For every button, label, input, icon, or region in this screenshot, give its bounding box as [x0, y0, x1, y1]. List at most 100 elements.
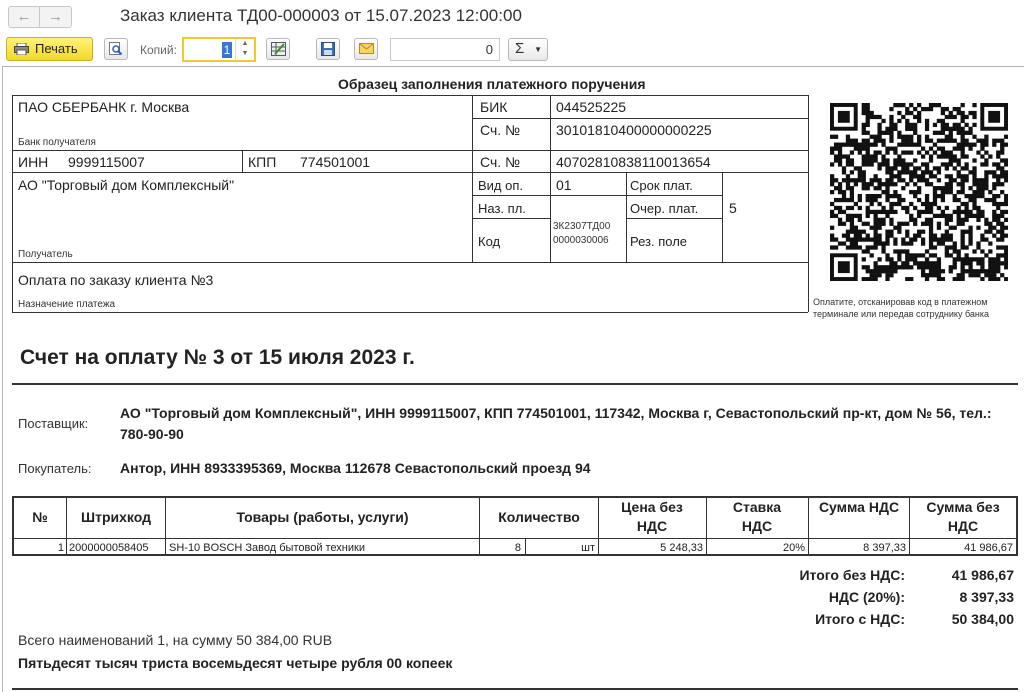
bank-name: ПАО СБЕРБАНК г. Москва: [18, 99, 190, 115]
inn-value: 9999115007: [68, 154, 145, 170]
grid-line: [472, 95, 473, 262]
chevron-down-icon: ▼: [534, 45, 542, 54]
envelope-icon: [359, 43, 374, 54]
purpose-label: Назначение платежа: [18, 299, 116, 310]
grid-line: [472, 118, 808, 119]
cell-vat-sum: 8 397,33: [863, 542, 906, 554]
print-button[interactable]: Печать: [6, 37, 93, 61]
divider: [12, 383, 1018, 385]
purpose-text: Оплата по заказу клиента №3: [18, 272, 214, 288]
copies-label: Копий:: [140, 43, 177, 57]
code-label: Код: [478, 234, 501, 249]
inn-label: ИНН: [18, 154, 49, 170]
grid-line: [12, 95, 808, 96]
arrow-left-icon: ←: [16, 8, 32, 25]
col-header-num: №: [32, 509, 48, 525]
cell-unit: шт: [581, 542, 595, 554]
supplier-text: АО "Торговый дом Комплексный", ИНН 99991…: [120, 405, 992, 442]
sum-field: 0: [390, 38, 500, 61]
printer-icon: [14, 43, 29, 55]
col-header-items: Товары (работы, услуги): [236, 509, 409, 525]
window-titlebar: ← → Заказ клиента ТД00-000003 от 15.07.2…: [0, 0, 1024, 34]
pay-order-label: Очер. плат.: [630, 201, 699, 216]
reserve-label: Рез. поле: [630, 234, 688, 249]
table-border: [12, 538, 1018, 539]
total-with-vat-label: Итого с НДС:: [815, 611, 905, 627]
invoice-title: Счет на оплату № 3 от 15 июля 2023 г.: [20, 346, 415, 369]
total-with-vat-value: 50 384,00: [951, 611, 1014, 627]
cell-rate: 20%: [782, 542, 805, 554]
pay-order-value: 5: [729, 200, 737, 216]
op-type-label: Вид оп.: [478, 178, 524, 193]
toolbar: Печать Копий: 1 ▲ ▼ 0 Σ ▼: [0, 34, 1024, 66]
total-no-vat-value: 41 986,67: [951, 567, 1014, 583]
grid-line: [626, 172, 627, 262]
col-header-qty: Количество: [498, 509, 580, 525]
grid-line: [12, 95, 13, 312]
forward-button[interactable]: →: [40, 6, 72, 28]
vat-value: 8 397,33: [959, 589, 1015, 605]
col-header-barcode: Штрихкод: [81, 509, 151, 525]
code-value-line1: 3К2307ТД00: [553, 221, 611, 232]
divider: [12, 688, 1018, 690]
account-label: Сч. №: [480, 154, 521, 170]
amount-in-words: Пятьдесят тысяч триста восемьдесят четыр…: [18, 655, 453, 671]
recipient-name: АО "Торговый дом Комплексный": [18, 177, 235, 193]
cell-price: 5 248,33: [660, 542, 703, 554]
buyer-label: Покупатель:: [18, 461, 92, 476]
cell-barcode: 2000000058405: [69, 542, 149, 554]
total-no-vat-label: Итого без НДС:: [799, 567, 905, 583]
col-header-vat-sum: Сумма НДС: [818, 499, 900, 515]
preview-button[interactable]: [104, 38, 128, 60]
grid-line: [12, 262, 808, 263]
cell-item: SH-10 BOSCH Завод бытовой техники: [169, 542, 365, 554]
table-border: [12, 554, 1018, 556]
qr-caption-line2: терминале или передав сотруднику банка: [813, 309, 990, 319]
col-header-price: Цена без НДС: [621, 499, 683, 534]
supplier-label: Поставщик:: [18, 416, 89, 431]
edit-table-icon: [271, 42, 286, 56]
email-button[interactable]: [354, 38, 378, 60]
save-button[interactable]: [316, 38, 340, 60]
bik-label: БИК: [480, 99, 508, 115]
vat-label: НДС (20%):: [828, 589, 905, 605]
code-value-line2: 0000030006: [553, 235, 609, 246]
grid-line: [242, 150, 243, 172]
grid-line: [12, 312, 808, 313]
kpp-value: 774501001: [300, 154, 371, 170]
account-value: 40702810838110013654: [556, 154, 711, 170]
copies-spinner[interactable]: ▲ ▼: [235, 39, 254, 60]
grid-line: [472, 195, 722, 196]
corr-account-value: 30101810400000000225: [556, 122, 712, 138]
col-header-sum: Сумма без НДС: [926, 499, 1000, 534]
recipient-label: Получатель: [18, 249, 73, 260]
sigma-icon: Σ: [515, 40, 525, 57]
sum-dropdown-button[interactable]: Σ ▼: [508, 38, 548, 61]
buyer-text: Антор, ИНН 8933395369, Москва 112678 Сев…: [120, 460, 591, 476]
op-type-value: 01: [556, 177, 572, 193]
purpose-code-label: Наз. пл.: [478, 201, 526, 216]
grid-line: [808, 95, 809, 312]
grid-line: [626, 218, 722, 219]
grid-line: [472, 218, 550, 219]
bik-value: 044525225: [556, 99, 627, 115]
table-border: [1016, 496, 1018, 556]
payment-sample-title: Образец заполнения платежного поручения: [338, 76, 646, 92]
corr-account-label: Сч. №: [480, 122, 521, 138]
bank-label: Банк получателя: [18, 137, 96, 148]
qr-caption-line1: Оплатите, отсканировав код в платежном: [813, 297, 988, 307]
floppy-disk-icon: [321, 42, 335, 56]
arrow-right-icon: →: [48, 8, 63, 25]
pay-term-label: Срок плат.: [630, 178, 693, 193]
print-button-label: Печать: [35, 41, 78, 56]
magnifier-icon: [109, 42, 123, 56]
edit-button[interactable]: [266, 38, 290, 60]
back-button[interactable]: ←: [8, 6, 40, 28]
grid-line: [722, 172, 723, 262]
copies-input[interactable]: 1 ▲ ▼: [182, 37, 256, 62]
items-summary: Всего наименований 1, на сумму 50 384,00…: [18, 632, 333, 648]
col-header-rate: Ставка НДС: [732, 499, 782, 534]
cell-num: 1: [57, 542, 64, 554]
grid-line: [12, 150, 808, 151]
cell-sum: 41 986,67: [964, 542, 1013, 554]
